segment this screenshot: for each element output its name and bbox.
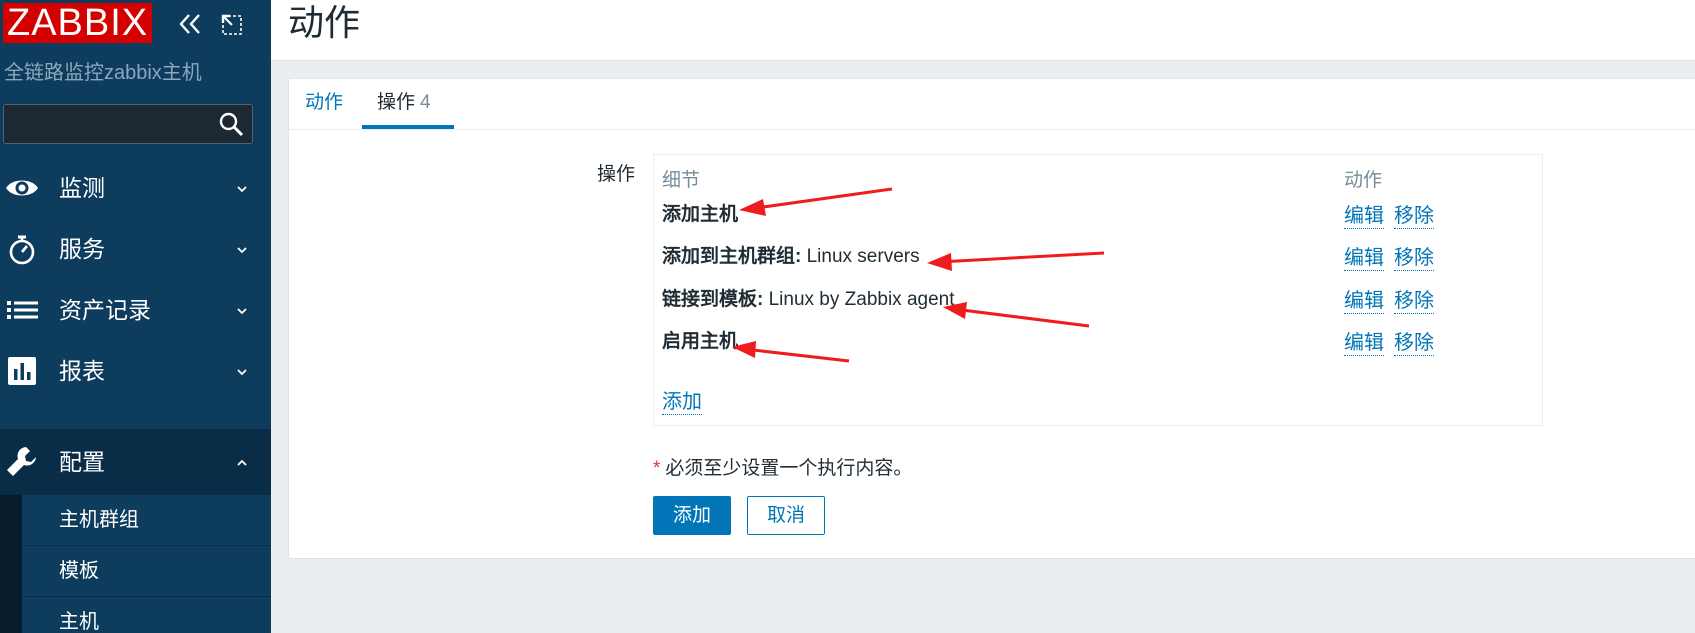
add-button[interactable]: 添加 bbox=[653, 496, 731, 535]
table-row: 启用主机 编辑 移除 bbox=[654, 318, 1542, 362]
search-input[interactable] bbox=[4, 105, 209, 143]
tab-action[interactable]: 动作 bbox=[305, 79, 343, 129]
wrench-icon bbox=[4, 444, 40, 480]
submenu-accent-bar bbox=[0, 495, 22, 633]
chevron-down-icon bbox=[235, 181, 249, 195]
sidebar-item-services[interactable]: 服务 bbox=[0, 216, 271, 282]
edit-link[interactable]: 编辑 bbox=[1344, 199, 1384, 229]
sidebar: ZABBIX 全链路监控zabbix主机 监测 服务 资产记录 报表 配置 主机… bbox=[0, 0, 271, 633]
column-header-details: 细节 bbox=[662, 170, 701, 191]
search-box bbox=[3, 104, 253, 144]
sidebar-item-configuration[interactable]: 配置 bbox=[0, 429, 271, 495]
required-star: * bbox=[653, 458, 661, 479]
remove-link[interactable]: 移除 bbox=[1394, 326, 1434, 356]
remove-link[interactable]: 移除 bbox=[1394, 284, 1434, 314]
submenu-item-host-groups[interactable]: 主机群组 bbox=[22, 495, 271, 546]
list-icon bbox=[4, 292, 40, 328]
submenu-item-label: 主机 bbox=[59, 611, 99, 633]
tab-label: 操作 bbox=[377, 92, 416, 113]
chevron-down-icon bbox=[235, 364, 249, 378]
cancel-button[interactable]: 取消 bbox=[747, 496, 825, 535]
stopwatch-icon bbox=[4, 231, 40, 267]
chevron-down-icon bbox=[235, 303, 249, 317]
sidebar-item-label: 资产记录 bbox=[59, 297, 151, 323]
add-operation-link[interactable]: 添加 bbox=[662, 385, 702, 415]
operation-detail: 启用主机 bbox=[662, 331, 739, 352]
required-note: * 必须至少设置一个执行内容。 bbox=[653, 458, 913, 479]
table-row: 链接到模板: Linux by Zabbix agent 编辑 移除 bbox=[654, 276, 1542, 320]
operation-detail: 添加到主机群组: Linux servers bbox=[662, 246, 920, 267]
remove-link[interactable]: 移除 bbox=[1394, 199, 1434, 229]
configuration-submenu: 主机群组 模板 主机 bbox=[0, 495, 271, 633]
operations-form-label: 操作 bbox=[597, 164, 636, 185]
collapse-sidebar-icon[interactable] bbox=[176, 10, 204, 38]
sidebar-item-label: 配置 bbox=[59, 449, 105, 475]
edit-link[interactable]: 编辑 bbox=[1344, 326, 1384, 356]
sidebar-item-label: 监测 bbox=[59, 175, 105, 201]
sidebar-item-label: 服务 bbox=[59, 236, 105, 262]
server-name: 全链路监控zabbix主机 bbox=[4, 62, 202, 84]
edit-link[interactable]: 编辑 bbox=[1344, 241, 1384, 271]
tab-operations[interactable]: 操作 4 bbox=[362, 79, 454, 129]
edit-link[interactable]: 编辑 bbox=[1344, 284, 1384, 314]
operation-detail: 添加主机 bbox=[662, 204, 739, 225]
kiosk-mode-icon[interactable] bbox=[219, 12, 245, 38]
tab-count-badge: 4 bbox=[420, 92, 431, 113]
tab-bar: 动作 操作 4 bbox=[289, 79, 1695, 130]
sidebar-item-reports[interactable]: 报表 bbox=[0, 338, 271, 404]
sidebar-item-label: 报表 bbox=[59, 358, 105, 384]
column-header-action: 动作 bbox=[1344, 170, 1383, 191]
submenu-item-templates[interactable]: 模板 bbox=[22, 546, 271, 597]
action-form-card: 动作 操作 4 操作 细节 动作 添加主机 编辑 移除 添加到主机群组: Linu… bbox=[288, 78, 1695, 559]
bar-chart-icon bbox=[4, 353, 40, 389]
sidebar-item-inventory[interactable]: 资产记录 bbox=[0, 277, 271, 343]
page-header: 动作 bbox=[271, 0, 1695, 61]
sidebar-item-monitoring[interactable]: 监测 bbox=[0, 155, 271, 221]
submenu-item-hosts[interactable]: 主机 bbox=[22, 597, 271, 633]
chevron-down-icon bbox=[235, 242, 249, 256]
table-row: 添加到主机群组: Linux servers 编辑 移除 bbox=[654, 233, 1542, 277]
submenu-item-label: 主机群组 bbox=[59, 509, 139, 531]
table-row: 添加主机 编辑 移除 bbox=[654, 191, 1542, 235]
zabbix-logo[interactable]: ZABBIX bbox=[3, 3, 153, 43]
operation-detail: 链接到模板: Linux by Zabbix agent bbox=[662, 289, 955, 310]
remove-link[interactable]: 移除 bbox=[1394, 241, 1434, 271]
operations-table: 细节 动作 添加主机 编辑 移除 添加到主机群组: Linux servers … bbox=[653, 154, 1543, 426]
submenu-item-label: 模板 bbox=[59, 560, 99, 582]
page-title: 动作 bbox=[288, 2, 361, 43]
chevron-up-icon bbox=[235, 455, 249, 469]
eye-icon bbox=[4, 170, 40, 206]
search-icon[interactable] bbox=[218, 111, 244, 137]
